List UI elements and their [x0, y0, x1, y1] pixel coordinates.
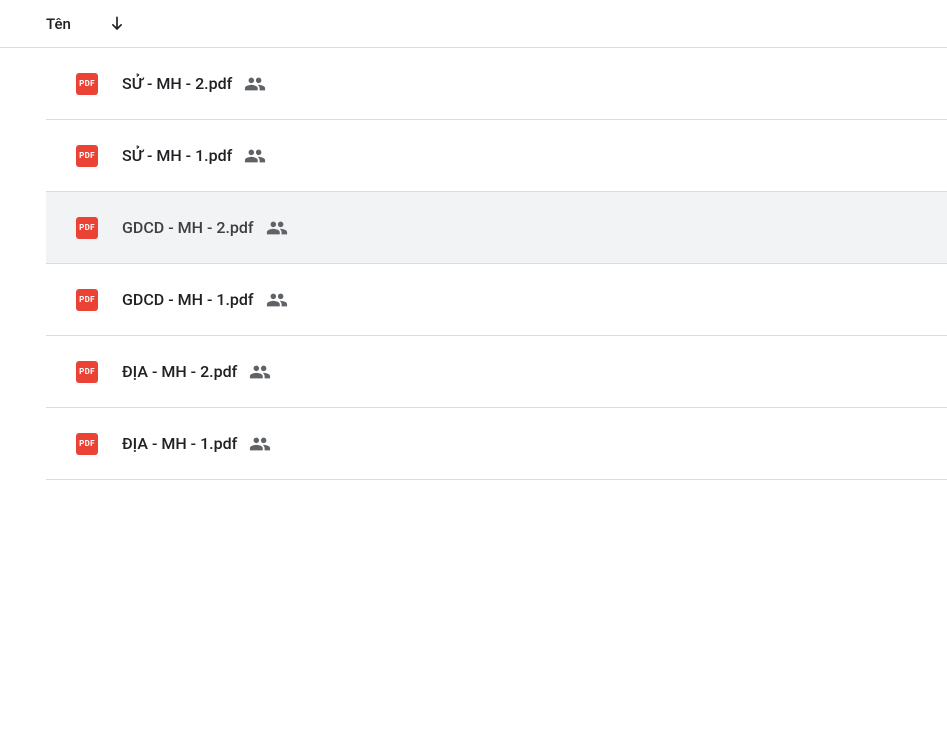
file-row[interactable]: PDF ĐỊA - MH - 1.pdf — [46, 408, 947, 480]
shared-icon — [249, 433, 271, 455]
pdf-icon: PDF — [76, 145, 98, 167]
file-row[interactable]: PDF GDCD - MH - 2.pdf — [46, 192, 947, 264]
arrow-down-icon[interactable] — [107, 14, 127, 34]
pdf-icon: PDF — [76, 361, 98, 383]
shared-icon — [244, 73, 266, 95]
file-name: SỬ - MH - 2.pdf — [122, 74, 232, 93]
file-row[interactable]: PDF SỬ - MH - 1.pdf — [46, 120, 947, 192]
file-list: PDF SỬ - MH - 2.pdf PDF SỬ - MH - 1.pdf — [0, 48, 947, 480]
shared-icon — [266, 217, 288, 239]
file-name: GDCD - MH - 1.pdf — [122, 290, 254, 309]
file-row[interactable]: PDF ĐỊA - MH - 2.pdf — [46, 336, 947, 408]
pdf-icon: PDF — [76, 433, 98, 455]
file-name: GDCD - MH - 2.pdf — [122, 218, 254, 237]
column-header-name[interactable]: Tên — [46, 15, 71, 33]
shared-icon — [244, 145, 266, 167]
shared-icon — [249, 361, 271, 383]
shared-icon — [266, 289, 288, 311]
file-row[interactable]: PDF SỬ - MH - 2.pdf — [46, 48, 947, 120]
file-name: SỬ - MH - 1.pdf — [122, 146, 232, 165]
file-name: ĐỊA - MH - 1.pdf — [122, 434, 237, 453]
file-list-container: Tên PDF SỬ - MH - 2.pdf PDF SỬ - MH - 1.… — [0, 0, 947, 746]
column-header-row: Tên — [0, 0, 947, 48]
pdf-icon: PDF — [76, 73, 98, 95]
file-name: ĐỊA - MH - 2.pdf — [122, 362, 237, 381]
pdf-icon: PDF — [76, 289, 98, 311]
pdf-icon: PDF — [76, 217, 98, 239]
file-row[interactable]: PDF GDCD - MH - 1.pdf — [46, 264, 947, 336]
